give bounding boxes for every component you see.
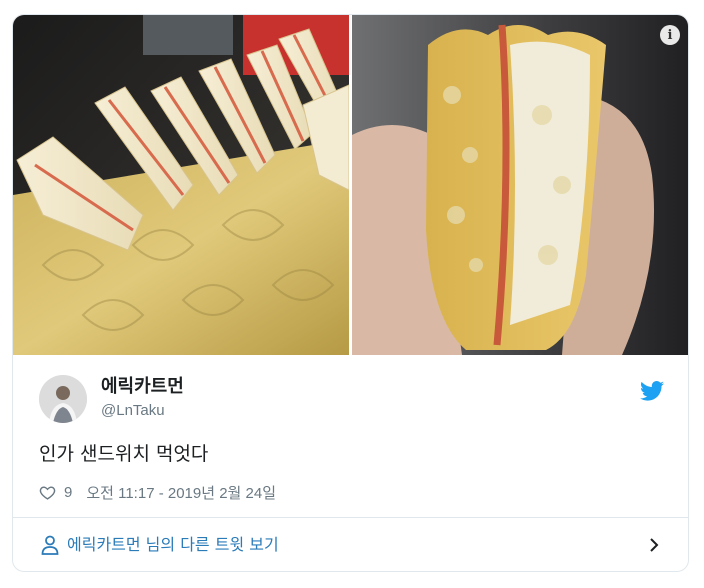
photo-sandwich-in-hand[interactable]: i (352, 15, 688, 355)
photo-sandwiches-on-tray[interactable] (13, 15, 349, 355)
display-name[interactable]: 에릭카트먼 (101, 375, 184, 399)
info-icon[interactable]: i (660, 25, 680, 45)
more-tweets-label: 에릭카트먼 님의 다른 트윗 보기 (67, 535, 279, 554)
author-names: 에릭카트먼 @LnTaku (101, 375, 184, 421)
tweet-text: 인가 샌드위치 먹엇다 (39, 443, 209, 465)
tweet-media: i (13, 15, 688, 355)
timestamp[interactable]: 오전 11:17 - 2019년 2월 24일 (86, 482, 276, 503)
like-count: 9 (64, 483, 73, 501)
like-button[interactable]: 9 (39, 484, 86, 501)
tweet-meta: 9 오전 11:17 - 2019년 2월 24일 (39, 481, 276, 503)
tweet-header: 에릭카트먼 @LnTaku (13, 355, 688, 439)
heart-icon (39, 485, 56, 500)
embedded-tweet-card: i 에릭카트먼 @LnTaku 인가 샌드위치 먹엇다 9 오전 11:17 -… (12, 14, 689, 572)
twitter-bird-icon[interactable] (640, 381, 664, 401)
avatar[interactable] (39, 375, 87, 423)
person-icon (41, 535, 59, 555)
chevron-right-icon (650, 538, 659, 552)
user-handle[interactable]: @LnTaku (101, 401, 184, 421)
more-tweets-link[interactable]: 에릭카트먼 님의 다른 트윗 보기 (13, 518, 688, 571)
